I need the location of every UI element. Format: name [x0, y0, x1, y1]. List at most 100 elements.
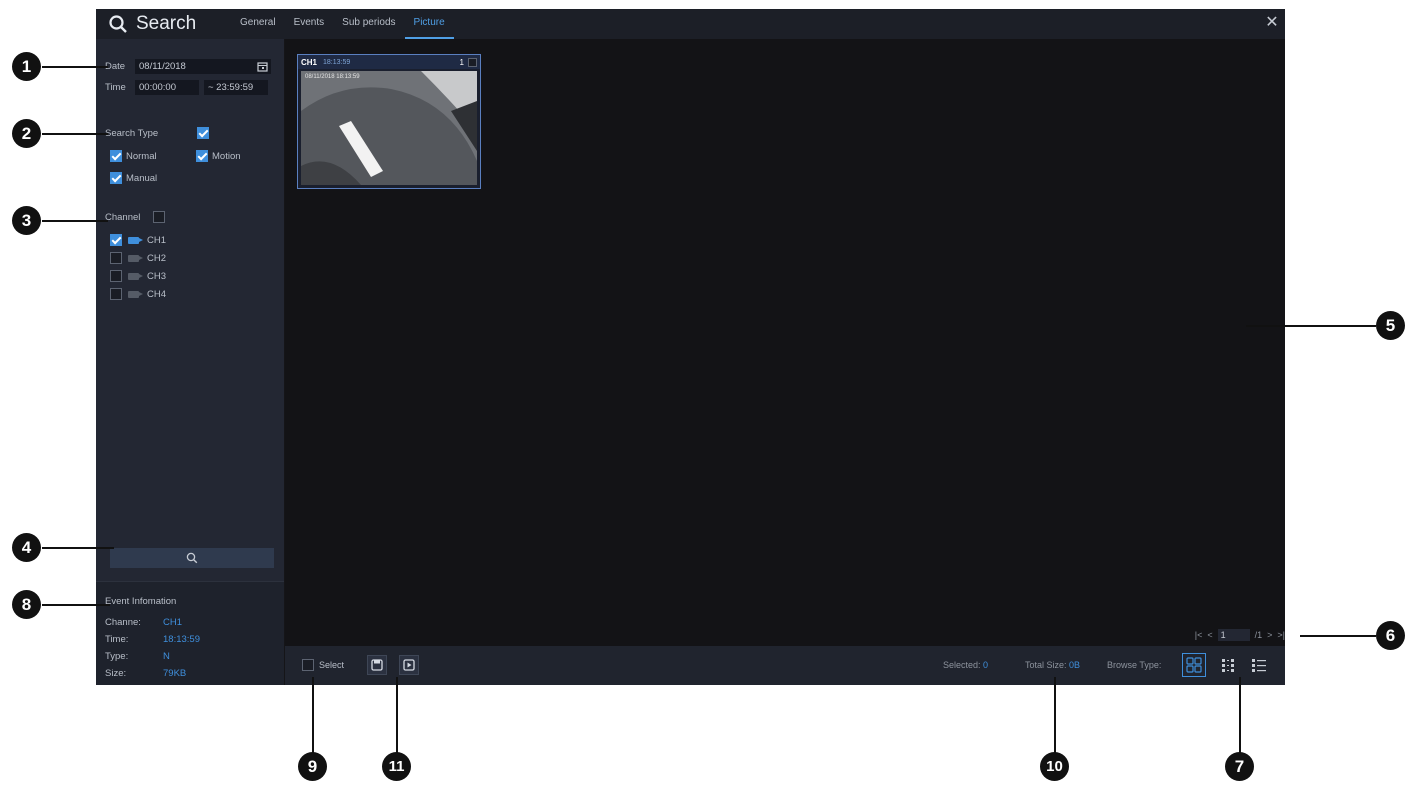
callout-4-line: [42, 547, 114, 549]
time-start-input[interactable]: 00:00:00: [135, 80, 199, 95]
callout-7-badge: 7: [1225, 752, 1254, 781]
thumbnail-channel: CH1: [301, 57, 318, 67]
ch3-checkbox[interactable]: [110, 270, 122, 282]
tab-sub-periods[interactable]: Sub periods: [333, 9, 404, 39]
tab-picture[interactable]: Picture: [404, 9, 454, 39]
snapshot-image: [301, 71, 477, 185]
callout-2-line: [42, 133, 108, 135]
ch3-label: CH3: [147, 270, 167, 282]
callout-5-badge: 5: [1376, 311, 1405, 340]
type-motion-label: Motion: [212, 150, 241, 162]
search-type-all-checkbox[interactable]: [197, 127, 209, 139]
camera-icon: [128, 254, 143, 262]
close-icon[interactable]: ✕: [1263, 14, 1281, 32]
callout-10-badge: 10: [1040, 752, 1069, 781]
calendar-icon[interactable]: [257, 61, 268, 72]
detail-list-icon: [1222, 659, 1234, 672]
browse-grid-button[interactable]: [1182, 653, 1206, 677]
event-size-label: Size:: [105, 668, 127, 679]
selected-count: Selected: 0: [943, 660, 988, 670]
list-view-icon: [1252, 659, 1266, 672]
date-input[interactable]: 08/11/2018: [135, 59, 271, 74]
first-page-icon[interactable]: |<: [1195, 630, 1203, 640]
search-type-row: Search Type: [105, 127, 209, 139]
type-manual[interactable]: Manual: [110, 172, 157, 184]
type-motion-checkbox[interactable]: [196, 150, 208, 162]
snapshot-overlay-text: 08/11/2018 18:13:59: [305, 74, 360, 80]
tab-events[interactable]: Events: [285, 9, 334, 39]
event-channel-label: Channe:: [105, 617, 141, 628]
date-row: Date 08/11/2018: [105, 59, 271, 74]
page-input[interactable]: 1: [1217, 629, 1250, 641]
ch1-checkbox[interactable]: [110, 234, 122, 246]
callout-1-badge: 1: [12, 52, 41, 81]
ch4-checkbox[interactable]: [110, 288, 122, 300]
channel-all-checkbox[interactable]: [153, 211, 165, 223]
thumbnail-index: 1: [459, 57, 464, 67]
channel-row: Channel: [105, 211, 165, 223]
date-label: Date: [105, 61, 126, 72]
callout-8-line: [42, 604, 110, 606]
channel-item-ch4[interactable]: CH4: [110, 288, 166, 300]
event-time-label: Time:: [105, 634, 129, 645]
event-info-heading: Event Infomation: [105, 596, 177, 607]
total-size: Total Size: 0B: [1025, 660, 1080, 670]
search-type-label: Search Type: [105, 127, 159, 139]
time-end-input[interactable]: ~ 23:59:59: [204, 80, 268, 95]
last-page-icon[interactable]: >|: [1277, 630, 1285, 640]
ch2-checkbox[interactable]: [110, 252, 122, 264]
search-button[interactable]: [110, 548, 274, 568]
page-total: /1: [1254, 630, 1263, 640]
save-icon: [371, 659, 383, 671]
page-title: Search: [108, 11, 196, 37]
callout-11-badge: 11: [382, 752, 411, 781]
ch4-label: CH4: [147, 288, 167, 300]
browse-detail-list-button[interactable]: [1217, 653, 1241, 677]
type-manual-checkbox[interactable]: [110, 172, 122, 184]
grid-view-icon: [1186, 657, 1202, 673]
channel-label: Channel: [105, 211, 141, 223]
thumbnail-time: 18:13:59: [323, 58, 351, 66]
search-icon: [109, 15, 127, 33]
tab-general[interactable]: General: [231, 9, 285, 39]
callout-10-line: [1054, 677, 1056, 757]
results-area: CH1 18:13:59 1 08/11/2018 18:13:59 |< < …: [285, 39, 1285, 646]
event-type-label: Type:: [105, 651, 129, 662]
callout-3-line: [42, 220, 108, 222]
callout-9-badge: 9: [298, 752, 327, 781]
browse-list-button[interactable]: [1247, 653, 1271, 677]
play-icon: [403, 659, 415, 671]
type-normal-checkbox[interactable]: [110, 150, 122, 162]
dvr-search-window: Search General Events Sub periods Pictur…: [96, 9, 1285, 685]
camera-icon: [128, 272, 143, 280]
callout-3-badge: 3: [12, 206, 41, 235]
search-icon: [186, 552, 198, 564]
total-size-value: 0B: [1069, 660, 1081, 670]
next-page-icon[interactable]: >: [1267, 630, 1272, 640]
selected-label: Selected:: [943, 660, 981, 670]
channel-item-ch2[interactable]: CH2: [110, 252, 166, 264]
title-bar: Search General Events Sub periods Pictur…: [96, 9, 1285, 39]
callout-6-badge: 6: [1376, 621, 1405, 650]
callout-2-badge: 2: [12, 119, 41, 148]
type-manual-label: Manual: [126, 172, 158, 184]
pagination: |< < 1 /1 > >|: [1195, 629, 1285, 641]
select-all-checkbox[interactable]: [302, 659, 314, 671]
channel-item-ch1[interactable]: CH1: [110, 234, 166, 246]
event-channel-value: CH1: [163, 617, 183, 628]
type-normal[interactable]: Normal Motion: [110, 150, 241, 162]
time-label: Time: [105, 82, 126, 93]
picture-thumbnail[interactable]: CH1 18:13:59 1 08/11/2018 18:13:59: [297, 54, 481, 189]
ch1-label: CH1: [147, 234, 167, 246]
save-button[interactable]: [367, 655, 387, 675]
play-button[interactable]: [399, 655, 419, 675]
camera-snapshot: 08/11/2018 18:13:59: [301, 71, 477, 185]
selected-value: 0: [983, 660, 989, 670]
event-type-value: N: [163, 651, 170, 662]
callout-9-line: [312, 677, 314, 757]
prev-page-icon[interactable]: <: [1207, 630, 1212, 640]
channel-item-ch3[interactable]: CH3: [110, 270, 166, 282]
callout-5-line: [1246, 325, 1376, 327]
thumbnail-checkbox[interactable]: [468, 57, 477, 67]
event-information-panel: Event Infomation Channe: CH1 Time: 18:13…: [96, 581, 284, 685]
